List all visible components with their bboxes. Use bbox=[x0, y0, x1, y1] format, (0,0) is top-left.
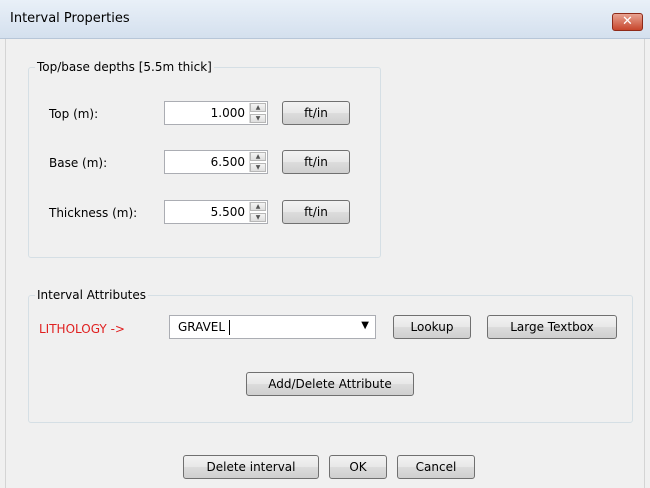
top-depth-value: 1.000 bbox=[210, 106, 245, 120]
dialog-client-area: Top/base depths [5.5m thick] Top (m): 1.… bbox=[5, 39, 645, 488]
delete-interval-button[interactable]: Delete interval bbox=[183, 455, 319, 479]
attributes-group: Interval Attributes bbox=[28, 288, 633, 423]
base-ftin-button[interactable]: ft/in bbox=[282, 150, 350, 174]
thickness-ftin-button[interactable]: ft/in bbox=[282, 200, 350, 224]
spin-down-icon[interactable]: ▼ bbox=[250, 114, 266, 123]
ok-button[interactable]: OK bbox=[329, 455, 387, 479]
top-ftin-button[interactable]: ft/in bbox=[282, 101, 350, 125]
dropdown-arrow-icon[interactable]: ▼ bbox=[361, 320, 369, 331]
spin-down-icon[interactable]: ▼ bbox=[250, 213, 266, 222]
depths-group-legend: Top/base depths [5.5m thick] bbox=[37, 60, 212, 74]
lookup-button[interactable]: Lookup bbox=[393, 315, 471, 339]
attributes-group-legend: Interval Attributes bbox=[37, 288, 147, 302]
lithology-value: GRAVEL bbox=[178, 320, 226, 334]
spin-up-icon[interactable]: ▲ bbox=[250, 103, 266, 112]
thickness-spinbox[interactable]: 5.500 ▲ ▼ bbox=[164, 200, 268, 224]
base-label: Base (m): bbox=[49, 156, 108, 170]
spin-up-icon[interactable]: ▲ bbox=[250, 202, 266, 211]
large-textbox-button[interactable]: Large Textbox bbox=[487, 315, 617, 339]
base-depth-value: 6.500 bbox=[210, 155, 245, 169]
text-caret bbox=[229, 320, 230, 335]
spin-down-icon[interactable]: ▼ bbox=[250, 163, 266, 172]
close-button[interactable]: ✕ bbox=[612, 13, 643, 31]
top-label: Top (m): bbox=[49, 107, 99, 121]
top-depth-spinbox[interactable]: 1.000 ▲ ▼ bbox=[164, 101, 268, 125]
close-icon: ✕ bbox=[622, 14, 633, 29]
add-delete-attribute-button[interactable]: Add/Delete Attribute bbox=[246, 372, 414, 396]
base-depth-spinbox[interactable]: 6.500 ▲ ▼ bbox=[164, 150, 268, 174]
cancel-button[interactable]: Cancel bbox=[397, 455, 475, 479]
thickness-label: Thickness (m): bbox=[49, 206, 138, 220]
title-bar: Interval Properties ✕ bbox=[0, 0, 650, 39]
lithology-combobox[interactable]: GRAVEL ▼ bbox=[169, 315, 376, 339]
spin-up-icon[interactable]: ▲ bbox=[250, 152, 266, 161]
window-title: Interval Properties bbox=[10, 11, 130, 26]
thickness-value: 5.500 bbox=[210, 205, 245, 219]
lithology-label: LITHOLOGY -> bbox=[39, 322, 125, 336]
